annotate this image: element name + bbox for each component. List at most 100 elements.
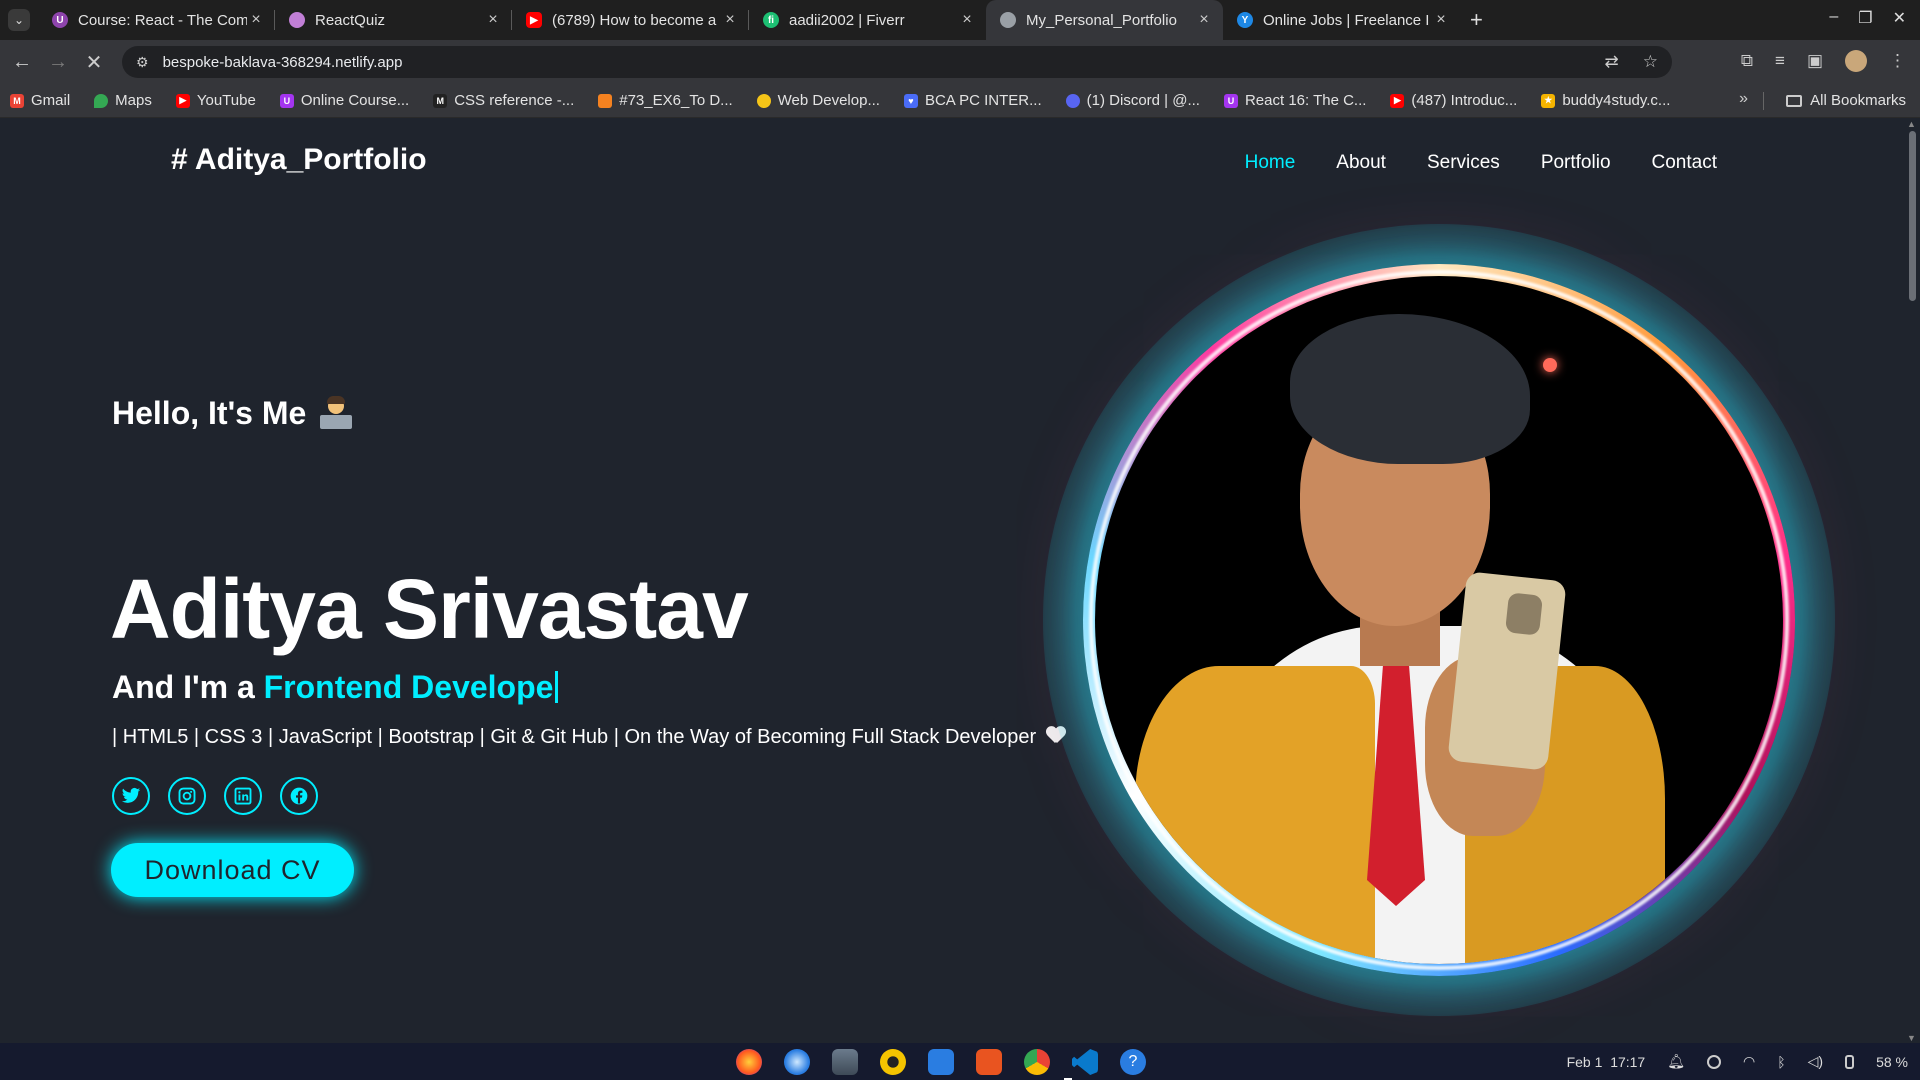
facebook-link[interactable] [280,777,318,815]
tab-title: Course: React - The Comp [78,11,247,29]
translate-icon[interactable]: ⇄ [1605,52,1619,72]
clock[interactable]: Feb 1 17:17 [1567,1054,1646,1070]
battery-percent: 58 % [1876,1053,1908,1070]
writer-icon[interactable] [928,1049,954,1075]
bookmark-item[interactable]: Web Develop... [756,92,880,109]
tab-close-icon[interactable]: × [1432,11,1450,29]
instagram-link[interactable] [168,777,206,815]
bookmarks-overflow-icon[interactable]: » [1739,90,1748,108]
tab[interactable]: ReactQuiz × [275,0,512,40]
menu-kebab-icon[interactable]: ⋮ [1889,51,1906,71]
scroll-down-arrow-icon[interactable]: ▼ [1907,1033,1916,1043]
restore-icon[interactable]: ❐ [1858,8,1872,28]
portrait-ring-highlight [1089,270,1789,970]
url-text[interactable]: bespoke-baklava-368294.netlify.app [163,54,403,71]
scroll-up-arrow-icon[interactable]: ▲ [1907,119,1916,129]
download-cv-button[interactable]: Download CV [111,843,354,897]
bookmark-item[interactable]: ★ buddy4study.c... [1541,92,1670,109]
battery-icon[interactable] [1845,1054,1855,1069]
stop-loading-icon[interactable]: ✕ [76,50,112,75]
address-bar[interactable]: ⚙ bespoke-baklava-368294.netlify.app ⇄ ☆ [122,46,1672,78]
tab[interactable]: fi aadii2002 | Fiverr × [749,0,986,40]
bookmark-item[interactable]: U Online Course... [279,92,409,109]
vscode-icon[interactable] [1072,1049,1098,1075]
firefox-icon[interactable] [736,1049,762,1075]
system-tray: Feb 1 17:17 🔔︎ ◠ ᛒ ◁) 58 % [1567,1053,1908,1070]
volume-icon[interactable]: ◁) [1808,1053,1823,1070]
tab[interactable]: ▶ (6789) How to become a × [512,0,749,40]
tab[interactable]: U Course: React - The Comp × [38,0,275,40]
close-window-icon[interactable]: ✕ [1893,8,1906,28]
browser-toolbar: ← → ✕ ⚙ bespoke-baklava-368294.netlify.a… [0,40,1920,84]
bookmark-item[interactable]: ♥ BCA PC INTER... [903,92,1042,109]
technologist-emoji-icon [318,395,354,430]
bluetooth-icon[interactable]: ᛒ [1777,1054,1785,1070]
media-control-icon[interactable]: ≡ [1775,51,1785,71]
bookmark-item[interactable]: U React 16: The C... [1223,92,1366,109]
rhythmbox-icon[interactable] [880,1049,906,1075]
back-icon[interactable]: ← [4,51,40,74]
new-tab-button[interactable]: + [1470,7,1483,33]
help-icon[interactable]: ? [1120,1049,1146,1075]
os-taskbar: ? Feb 1 17:17 🔔︎ ◠ ᛒ ◁) 58 % [0,1043,1920,1080]
tab-search-button[interactable]: ⌄ [8,9,30,31]
bookmark-item[interactable]: M CSS reference -... [433,92,574,109]
bookmark-item[interactable]: ▶ YouTube [175,92,256,109]
bookmark-item[interactable]: ▶ (487) Introduc... [1390,92,1517,109]
minimize-icon[interactable]: – [1829,8,1838,28]
all-bookmarks-button[interactable]: All Bookmarks [1786,92,1906,109]
skills-text: | HTML5 | CSS 3 | JavaScript | Bootstrap… [112,726,1037,748]
profile-avatar[interactable] [1845,50,1867,72]
side-panel-icon[interactable]: ▣ [1807,51,1823,71]
twitter-link[interactable] [112,777,150,815]
nav-portfolio[interactable]: Portfolio [1541,152,1611,174]
tab-favicon-icon: ▶ [526,12,542,28]
bookmark-label: BCA PC INTER... [924,92,1042,109]
tab-active[interactable]: My_Personal_Portfolio × [986,0,1223,40]
notifications-icon[interactable]: 🔔︎ [1667,1053,1685,1070]
nav-home[interactable]: Home [1245,152,1296,174]
page-scrollbar[interactable]: ▲ ▼ [1905,119,1920,1043]
bookmark-label: Gmail [31,92,71,109]
hero-greeting-text: Hello, It's Me [112,395,307,431]
tab-title: (6789) How to become a [552,11,717,29]
chrome-icon[interactable] [1024,1049,1050,1075]
bookmark-item[interactable]: (1) Discord | @... [1065,92,1200,109]
wifi-icon[interactable]: ◠ [1743,1053,1755,1070]
tab-close-icon[interactable]: × [484,11,502,29]
site-info-icon[interactable]: ⚙ [136,54,149,71]
youtube-icon: ▶ [1390,93,1405,108]
tab-close-icon[interactable]: × [721,11,739,29]
mdn-icon: M [433,93,448,108]
bookmark-label: CSS reference -... [454,92,575,109]
nav-contact[interactable]: Contact [1652,152,1717,174]
bookmark-item[interactable]: M Gmail [10,92,70,109]
typing-cursor [555,671,559,703]
bookmark-star-icon[interactable]: ☆ [1643,52,1658,72]
tab-close-icon[interactable]: × [958,11,976,29]
bookmark-item[interactable]: Maps [94,92,152,109]
tab-title: ReactQuiz [315,11,386,29]
tab-close-icon[interactable]: × [247,11,265,29]
tab-favicon-icon [1000,12,1016,28]
bookmarks-divider [1763,92,1764,110]
nav-services[interactable]: Services [1427,152,1500,174]
tab-list: U Course: React - The Comp × ReactQuiz ×… [38,0,1460,40]
thunderbird-icon[interactable] [784,1049,810,1075]
nav-about[interactable]: About [1336,152,1386,174]
app-center-icon[interactable] [976,1049,1002,1075]
linkedin-icon [234,787,252,805]
scroll-thumb[interactable] [1909,131,1916,301]
date-text: Feb 1 [1566,1053,1603,1070]
tab-strip: ⌄ U Course: React - The Comp × ReactQuiz… [0,0,1920,40]
tab-close-icon[interactable]: × [1195,11,1213,29]
files-icon[interactable] [832,1049,858,1075]
brightness-icon[interactable] [1707,1054,1722,1069]
tab[interactable]: Y Online Jobs | Freelance I × [1223,0,1460,40]
extensions-icon[interactable]: ⧉ [1741,51,1753,71]
site-logo[interactable]: # Aditya_Portfolio [171,143,427,177]
linkedin-link[interactable] [224,777,262,815]
udemy-icon: U [279,93,294,108]
bookmark-item[interactable]: #73_EX6_To D... [598,92,733,109]
forward-icon[interactable]: → [40,51,76,74]
